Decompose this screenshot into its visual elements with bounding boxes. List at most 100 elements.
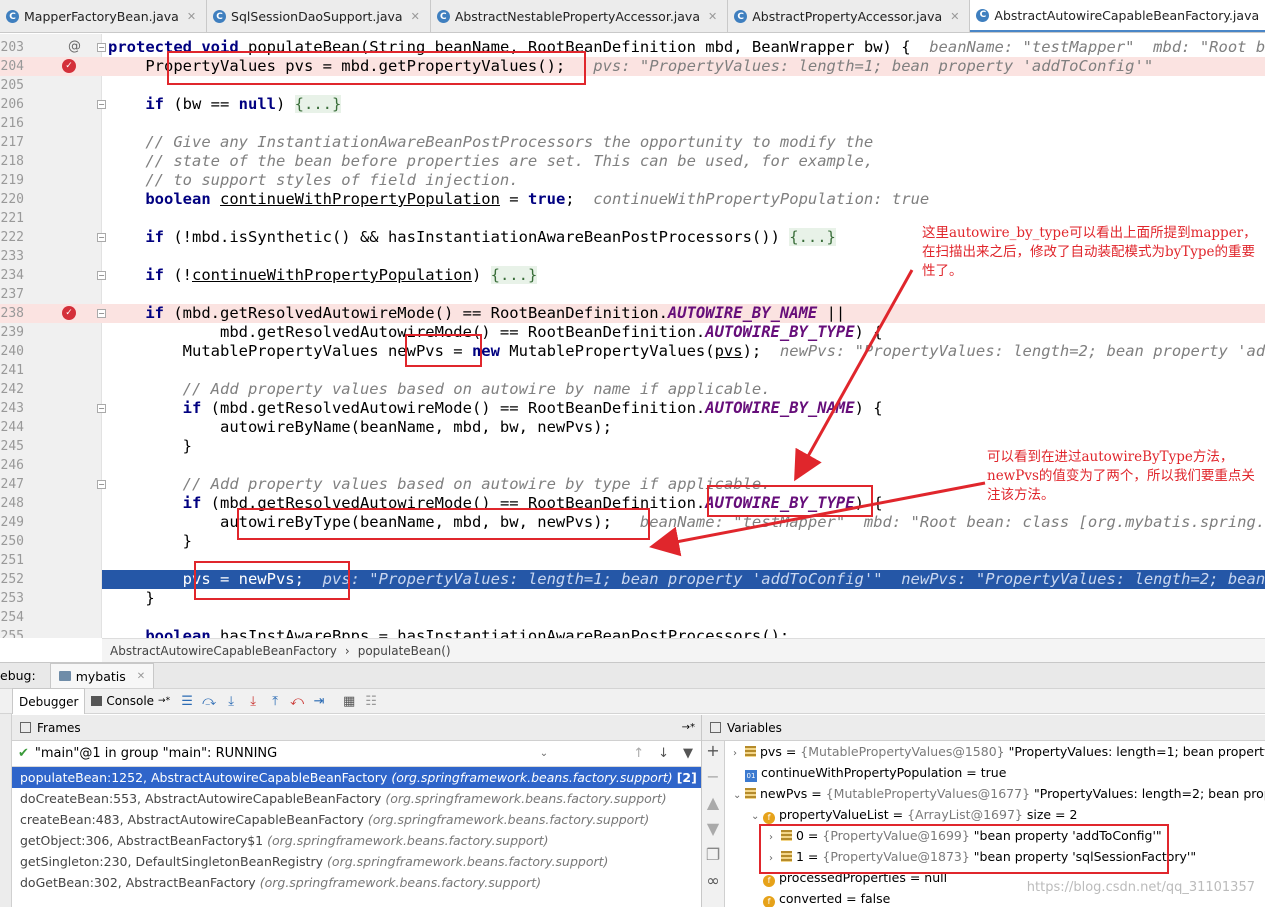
fold-marker-icon[interactable]: − [97, 480, 106, 489]
filter-icon[interactable]: ▼ [683, 746, 693, 761]
variables-icon [710, 722, 721, 733]
code-line[interactable]: 243 if (mbd.getResolvedAutowireMode() ==… [0, 399, 1265, 418]
breadcrumb-method[interactable]: populateBean() [358, 644, 451, 658]
fold-marker-icon[interactable]: − [97, 233, 106, 242]
frame-method: populateBean:1252, AbstractAutowireCapab… [20, 770, 388, 785]
code-line[interactable]: 240 MutablePropertyValues newPvs = new M… [0, 342, 1265, 361]
stack-frame[interactable]: doCreateBean:553, AbstractAutowireCapabl… [12, 788, 701, 809]
code-line[interactable]: 241 [0, 361, 1265, 380]
breadcrumb-class[interactable]: AbstractAutowireCapableBeanFactory [110, 644, 337, 658]
code-line[interactable]: 218 // state of the bean before properti… [0, 152, 1265, 171]
tab-file-0[interactable]: C MapperFactoryBean.java ✕ [0, 0, 208, 32]
code-editor[interactable]: 203 protected void populateBean(String be… [0, 34, 1265, 638]
code-line[interactable]: 242 // Add property values based on auto… [0, 380, 1265, 399]
stack-frame[interactable]: populateBean:1252, AbstractAutowireCapab… [12, 767, 701, 788]
stack-frame[interactable]: getSingleton:230, DefaultSingletonBeanRe… [12, 851, 701, 872]
move-down-icon[interactable]: ▼ [702, 819, 724, 845]
variable-name: 1 [796, 849, 804, 864]
code-line[interactable]: 220 boolean continueWithPropertyPopulati… [0, 190, 1265, 209]
tab-console[interactable]: Console →* [85, 688, 176, 714]
fold-marker-icon[interactable]: − [97, 43, 106, 52]
run-to-cursor-icon[interactable]: ⇥ [308, 690, 330, 712]
fold-marker-icon[interactable]: − [97, 309, 106, 318]
code-line[interactable]: 216 [0, 114, 1265, 133]
code-line[interactable]: 250 } [0, 532, 1265, 551]
breakpoint-icon[interactable]: ✓ [62, 59, 76, 73]
frame-up-icon[interactable]: ↑ [633, 746, 644, 761]
code-line[interactable]: 203 protected void populateBean(String be… [0, 38, 1265, 57]
code-line[interactable]: 204 PropertyValues pvs = mbd.getProperty… [0, 57, 1265, 76]
code-line[interactable]: 237 [0, 285, 1265, 304]
code-text: // Add property values based on autowire… [182, 475, 771, 493]
code-line[interactable]: 254 [0, 608, 1265, 627]
stack-frame[interactable]: getObject:306, AbstractBeanFactory$1 (org… [12, 830, 701, 851]
trace-icon[interactable]: ☷ [360, 690, 382, 712]
close-icon[interactable]: ✕ [708, 10, 717, 23]
glasses-icon[interactable]: ∞ [702, 871, 724, 897]
stack-frame[interactable]: doGetBean:302, AbstractBeanFactory (org.s… [12, 872, 701, 893]
variable-row[interactable]: ⌄ f propertyValueList = {ArrayList@1697} s… [725, 804, 1265, 825]
fold-marker-icon[interactable]: − [97, 271, 106, 280]
expand-toggle-icon[interactable]: › [769, 848, 781, 869]
variable-ref: {ArrayList@1697} [907, 807, 1023, 822]
drop-frame-icon[interactable]: ⤺ [286, 690, 308, 712]
override-icon[interactable]: @ [68, 39, 81, 54]
tab-file-1[interactable]: C SqlSessionDaoSupport.java ✕ [207, 0, 431, 32]
code-line[interactable]: 219 // to support styles of field inject… [0, 171, 1265, 190]
variable-row[interactable]: 01 continueWithPropertyPopulation = true [725, 762, 1265, 783]
step-into-icon[interactable]: ⤓ [220, 690, 242, 712]
step-over-icon[interactable]: ⤼ [198, 690, 220, 712]
variable-row[interactable]: › 0 = {PropertyValue@1699} "bean property… [725, 825, 1265, 846]
remove-watch-icon[interactable]: − [702, 767, 724, 793]
thread-selector[interactable]: ✔ "main"@1 in group "main": RUNNING ⌄ ↑ … [12, 741, 701, 767]
close-icon[interactable]: ✕ [137, 671, 145, 682]
tab-file-2[interactable]: C AbstractNestablePropertyAccessor.java ✕ [431, 0, 729, 32]
code-line[interactable]: 253 } [0, 589, 1265, 608]
line-number: 247 [0, 477, 24, 492]
frame-down-icon[interactable]: ↓ [658, 746, 669, 761]
debug-config-tab[interactable]: mybatis ✕ [49, 662, 155, 689]
move-up-icon[interactable]: ▲ [702, 793, 724, 819]
code-line[interactable]: 249 autowireByType(beanName, mbd, bw, ne… [0, 513, 1265, 532]
variable-row[interactable]: › pvs = {MutablePropertyValues@1580} "Pro… [725, 741, 1265, 762]
close-icon[interactable]: ✕ [950, 10, 959, 23]
field-icon: f [763, 812, 775, 824]
object-icon [745, 746, 756, 757]
code-line[interactable]: 239 mbd.getResolvedAutowireMode() == Roo… [0, 323, 1265, 342]
force-step-into-icon[interactable]: ⤓ [242, 690, 264, 712]
close-icon[interactable]: ✕ [187, 10, 196, 23]
code-line[interactable]: 217 // Give any InstantiationAwareBeanPo… [0, 133, 1265, 152]
evaluate-icon[interactable]: ▦ [338, 690, 360, 712]
code-line[interactable]: 251 [0, 551, 1265, 570]
variable-row[interactable]: › 1 = {PropertyValue@1873} "bean property… [725, 846, 1265, 867]
expand-toggle-icon[interactable]: ⌄ [751, 806, 763, 827]
tab-debugger[interactable]: Debugger [12, 688, 86, 714]
code-line[interactable]: 238 if (mbd.getResolvedAutowireMode() ==… [0, 304, 1265, 323]
copy-icon[interactable]: ❐ [702, 845, 724, 871]
code-line[interactable]: 205 [0, 76, 1265, 95]
add-watch-icon[interactable]: + [702, 741, 724, 767]
close-icon[interactable]: ✕ [411, 10, 420, 23]
tab-file-3[interactable]: C AbstractPropertyAccessor.java ✕ [728, 0, 971, 32]
console-icon [91, 696, 103, 706]
expand-toggle-icon[interactable]: ⌄ [733, 785, 745, 806]
step-out-icon[interactable]: ⤒ [264, 690, 286, 712]
code-line[interactable]: 255 boolean hasInstAwareBpps = hasInstan… [0, 627, 1265, 638]
tab-file-4[interactable]: C AbstractAutowireCapableBeanFactory.java… [970, 0, 1265, 32]
breakpoint-icon[interactable]: ✓ [62, 306, 76, 320]
code-line[interactable]: 206 if (bw == null) {...} [0, 95, 1265, 114]
pin-icon[interactable]: →* [682, 722, 695, 733]
current-execution-line[interactable]: 252 pvs = newPvs; pvs: "PropertyValues: … [1, 570, 1265, 589]
variable-row[interactable]: ⌄ newPvs = {MutablePropertyValues@1677} "… [725, 783, 1265, 804]
stack-frame[interactable]: createBean:483, AbstractAutowireCapableB… [12, 809, 701, 830]
chevron-down-icon[interactable]: ⌄ [540, 748, 548, 759]
fold-marker-icon[interactable]: − [97, 100, 106, 109]
tab-console-label: Console [106, 694, 155, 708]
expand-toggle-icon[interactable]: › [733, 743, 745, 764]
expand-toggle-icon[interactable]: › [769, 827, 781, 848]
line-number: 233 [0, 249, 24, 264]
frame-package: (org.springframework.beans.factory.suppo… [367, 812, 650, 827]
layout-icon[interactable]: ☰ [176, 690, 198, 712]
fold-marker-icon[interactable]: − [97, 404, 106, 413]
code-line[interactable]: 244 autowireByName(beanName, mbd, bw, ne… [0, 418, 1265, 437]
